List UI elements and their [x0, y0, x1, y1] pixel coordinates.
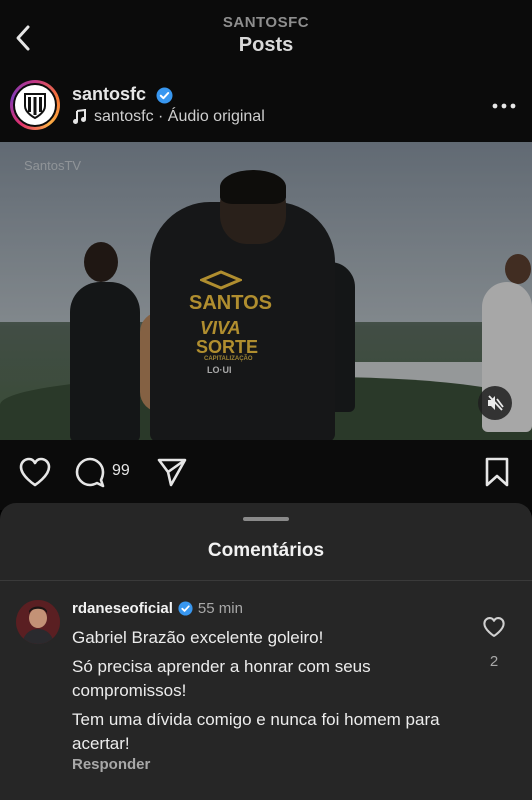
post-username[interactable]: santosfc: [72, 84, 146, 105]
divider: [0, 580, 532, 581]
comment-like-count: 2: [489, 653, 499, 670]
comment-count: 99: [112, 462, 130, 479]
page-title: Posts: [238, 34, 294, 56]
share-button[interactable]: [156, 456, 188, 493]
music-note-icon: [73, 109, 86, 124]
verified-badge-icon: [178, 601, 193, 616]
comment-bubble-icon: [75, 457, 105, 488]
post-actions-bar: 99: [0, 440, 532, 510]
comment-header: rdaneseoficial 55 min: [72, 600, 243, 617]
santos-logo-icon: [13, 83, 57, 127]
reply-button[interactable]: Responder: [72, 756, 150, 773]
save-button[interactable]: [484, 456, 510, 493]
comments-title: Comentários: [207, 540, 325, 561]
comment-button[interactable]: [74, 456, 106, 493]
verified-badge-icon: [156, 87, 173, 109]
heart-icon: [19, 457, 51, 487]
comment-timestamp: 55 min: [197, 600, 243, 617]
mute-button[interactable]: [478, 386, 512, 420]
heart-icon: [483, 617, 505, 637]
video-dim-overlay: [0, 142, 532, 440]
like-button[interactable]: [18, 456, 52, 493]
top-bar: SANTOSFC Posts: [0, 0, 532, 68]
audio-link[interactable]: santosfc · Áudio original: [72, 108, 265, 126]
profile-name-label: SANTOSFC: [222, 14, 310, 31]
comment-like-button[interactable]: [482, 616, 506, 643]
post-video[interactable]: SantosTV SANTOS VIVA SORTE CAPITALIZAÇÃO…: [0, 142, 532, 440]
post-header: santosfc santosfc · Áudio original: [0, 68, 532, 142]
paper-plane-icon: [157, 458, 187, 487]
comment-text: Gabriel Brazão excelente goleiro! Só pre…: [72, 626, 462, 757]
bookmark-icon: [485, 457, 509, 487]
sheet-drag-handle[interactable]: [243, 517, 289, 521]
comment-line: Tem uma dívida comigo e nunca foi homem …: [72, 709, 440, 754]
speaker-muted-icon: [488, 395, 504, 411]
commenter-avatar[interactable]: [16, 600, 60, 644]
avatar[interactable]: [10, 80, 60, 130]
comments-sheet: Comentários rdaneseoficial 55 min Gabrie…: [0, 503, 532, 800]
comment-username[interactable]: rdaneseoficial: [72, 600, 173, 617]
more-options-button[interactable]: [492, 96, 516, 114]
comment-line: Só precisa aprender a honrar com seus co…: [72, 656, 371, 701]
comment-line: Gabriel Brazão excelente goleiro!: [72, 628, 324, 647]
person-photo-icon: [16, 600, 60, 644]
more-horizontal-icon: [492, 103, 516, 109]
audio-label: santosfc · Áudio original: [94, 108, 265, 125]
